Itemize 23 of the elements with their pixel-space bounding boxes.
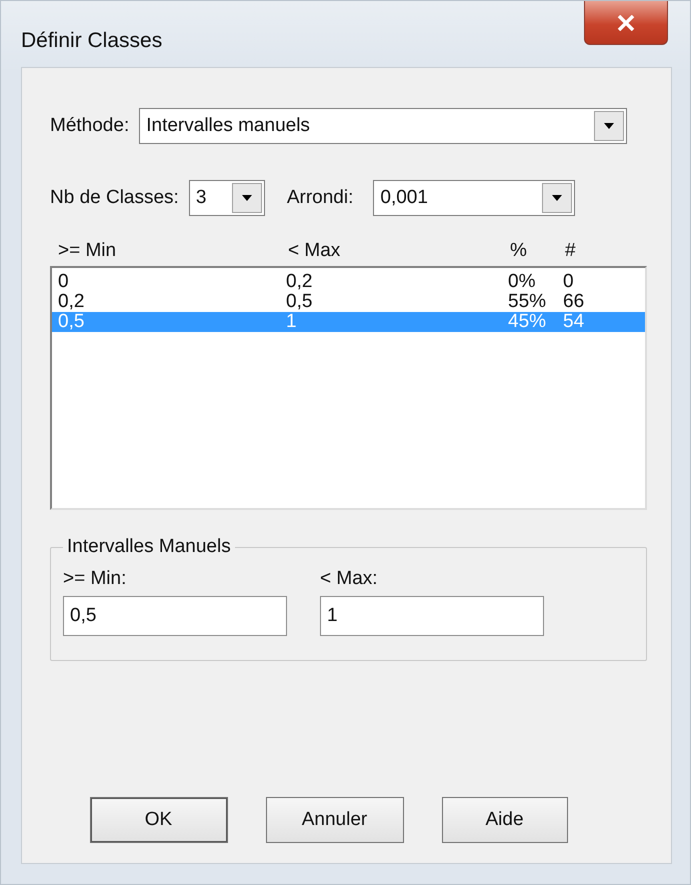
class-count-dropdown[interactable]: 3 [188, 180, 265, 216]
min-field[interactable]: 0,5 [63, 596, 287, 636]
class-count-label: Nb de Classes: [50, 187, 179, 209]
window-title: Définir Classes [21, 29, 162, 53]
group-title: Intervalles Manuels [66, 536, 232, 558]
rounding-label: Arrondi: [286, 187, 354, 209]
column-header: # [565, 240, 577, 262]
list-row[interactable]: 0 0,2 0% 0 [52, 272, 645, 292]
cancel-button[interactable]: Annuler [266, 797, 404, 843]
max-field[interactable]: 1 [320, 596, 544, 636]
column-header: < Max [288, 240, 342, 262]
ok-button[interactable]: OK [90, 797, 228, 843]
close-icon [617, 14, 635, 30]
column-header: >= Min [58, 240, 118, 262]
method-label: Méthode: [50, 115, 130, 137]
min-label: >= Min: [63, 568, 128, 590]
list-row[interactable]: 0,2 0,5 55% 66 [52, 292, 645, 312]
method-dropdown[interactable]: Intervalles manuels [139, 108, 628, 144]
close-button[interactable] [584, 1, 668, 45]
rounding-dropdown[interactable]: 0,001 [373, 180, 576, 216]
max-label: < Max: [320, 568, 379, 590]
column-header: % [510, 240, 528, 262]
help-button[interactable]: Aide [442, 797, 568, 843]
